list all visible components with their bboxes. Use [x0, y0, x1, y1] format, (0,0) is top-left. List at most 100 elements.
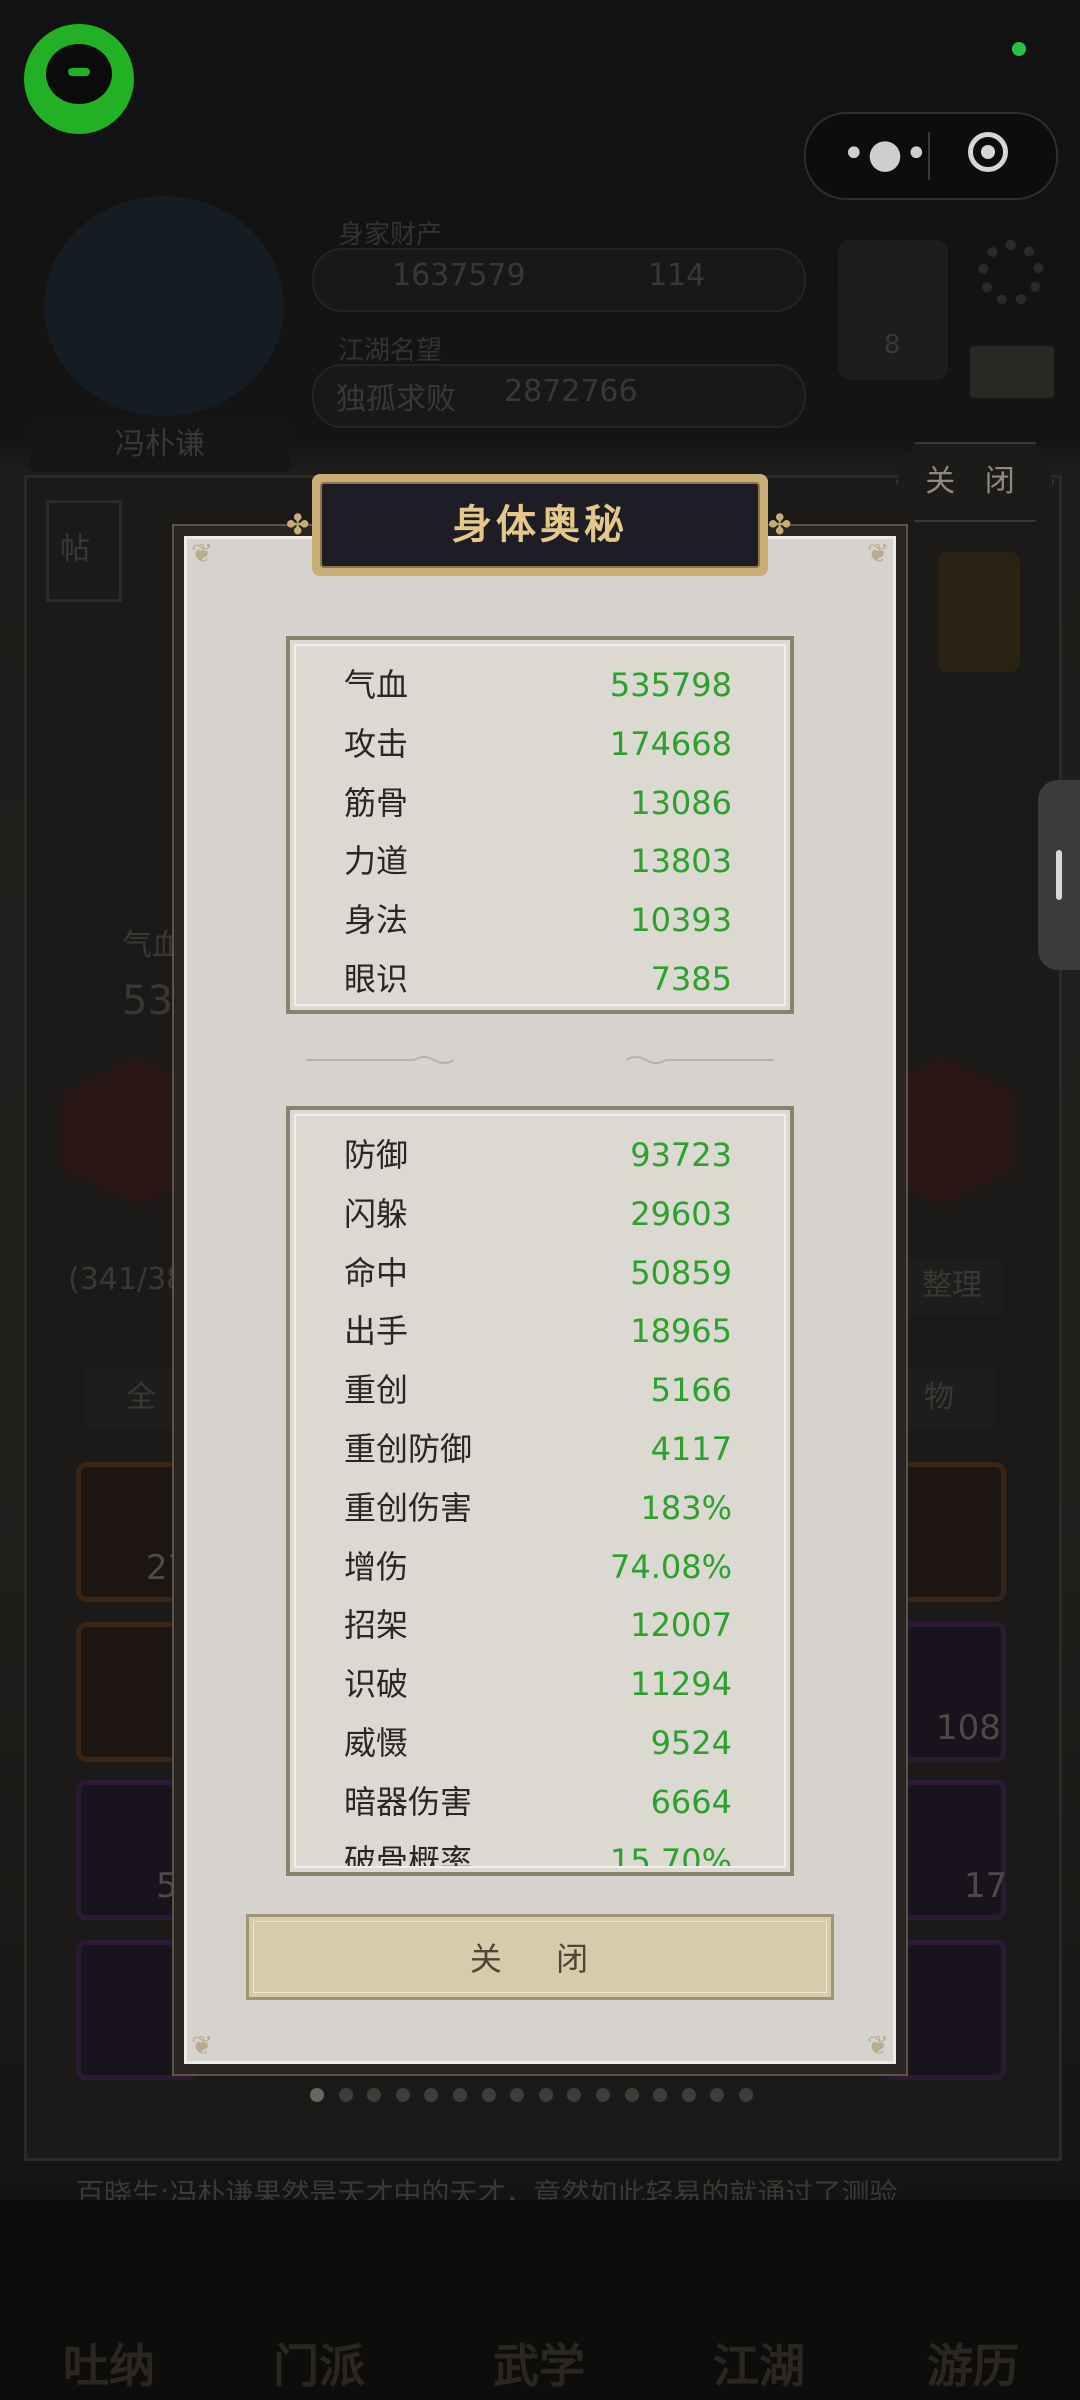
- stat-name: 力道: [344, 842, 409, 881]
- page-dot[interactable]: [453, 2088, 467, 2102]
- player-name: 冯朴谦: [30, 418, 290, 472]
- more-dots-icon[interactable]: •●•: [842, 134, 928, 174]
- stat-name: 命中: [344, 1253, 409, 1292]
- stat-row: 命中 50859: [344, 1244, 732, 1302]
- background-close-button[interactable]: 关 闭: [896, 442, 1054, 522]
- gear-icon[interactable]: [978, 240, 1044, 306]
- stat-row: 威慑 9524: [344, 1714, 732, 1772]
- page-dot[interactable]: [510, 2088, 525, 2102]
- target-icon[interactable]: [968, 132, 1008, 172]
- page-dot[interactable]: [481, 2088, 496, 2102]
- close-button[interactable]: 关 闭: [246, 1914, 834, 2000]
- stat-value: 13803: [630, 842, 732, 881]
- side-drawer-handle[interactable]: [1038, 780, 1080, 970]
- dialog-title: 身体奥秘: [452, 502, 628, 548]
- gold-amount: 1637579: [392, 258, 526, 293]
- tab-tuna[interactable]: 吐纳: [34, 2330, 184, 2396]
- page-dot[interactable]: [395, 2088, 410, 2102]
- page-dot[interactable]: [338, 2088, 353, 2102]
- stat-value: 12007: [630, 1606, 732, 1645]
- post-label: 帖: [60, 532, 90, 567]
- item-count: 108: [936, 1708, 1001, 1748]
- stat-row: 招架 12007: [344, 1596, 732, 1654]
- section-divider: [306, 1056, 774, 1064]
- corner-ornament-icon: ❦: [867, 2031, 889, 2061]
- stat-value: 74.08%: [609, 1547, 732, 1586]
- item-count: 17: [964, 1866, 1008, 1906]
- stat-name: 气血: [344, 666, 409, 704]
- tab-jianghu[interactable]: 江湖: [684, 2330, 834, 2396]
- stat-row: 重创防御 4117: [344, 1420, 732, 1478]
- stat-name: 威慑: [344, 1724, 409, 1762]
- mail-icon[interactable]: [970, 346, 1054, 398]
- stat-row: 增伤 74.08%: [344, 1538, 732, 1596]
- stat-value: 13086: [630, 783, 732, 822]
- fame-value: 2872766: [504, 374, 638, 409]
- stat-name: 闪躲: [344, 1194, 409, 1233]
- capsule-divider: [928, 132, 930, 180]
- stat-name: 重创防御: [344, 1430, 473, 1468]
- forbidden-emblem[interactable]: [938, 552, 1020, 672]
- stat-name: 招架: [344, 1606, 409, 1645]
- page-dot[interactable]: [624, 2088, 639, 2102]
- stat-snippet-value: 53: [122, 978, 173, 1024]
- stat-value: 11294: [630, 1665, 732, 1704]
- stat-row: 出手 18965: [344, 1302, 732, 1360]
- corner-ornament-icon: ❦: [191, 539, 213, 569]
- page-dot[interactable]: [653, 2088, 668, 2102]
- corner-ornament-icon: ❦: [867, 539, 889, 569]
- stat-row: 识破 11294: [344, 1655, 732, 1713]
- stat-value: 4117: [650, 1430, 732, 1468]
- tab-sect[interactable]: 门派: [244, 2330, 394, 2396]
- stat-row: 筋骨 13086: [344, 774, 732, 832]
- stat-name: 筋骨: [344, 783, 409, 822]
- title-ornament-icon: ✤: [286, 508, 310, 541]
- title-ornament-icon: ✤: [768, 508, 792, 541]
- avatar: [44, 196, 284, 416]
- page-dot[interactable]: [567, 2088, 582, 2102]
- tidy-button[interactable]: 整理: [902, 1258, 1002, 1314]
- capacity-text: (341/38: [68, 1262, 186, 1297]
- page-dot[interactable]: [739, 2088, 753, 2102]
- stat-value: 50859: [630, 1253, 732, 1292]
- page-dot[interactable]: [367, 2088, 382, 2102]
- stat-value: 535798: [609, 666, 732, 704]
- tab-martial[interactable]: 武学: [464, 2330, 614, 2396]
- fame-title: 独孤求败: [336, 382, 456, 417]
- stat-name: 攻击: [344, 724, 409, 763]
- secondary-stats-box: 防御 93723 闪躲 29603 命中 50859 出手 18965 重创 5166 重创防御 41…: [286, 1106, 794, 1876]
- stat-row: 防御 93723: [344, 1126, 732, 1184]
- page-indicator: [310, 2088, 770, 2104]
- tab-travel[interactable]: 游历: [898, 2330, 1048, 2396]
- page-dot[interactable]: [710, 2088, 725, 2102]
- stat-row: 眼识 7385: [344, 950, 732, 1004]
- stat-name: 重创伤害: [344, 1488, 473, 1527]
- stat-row: 力道 13803: [344, 832, 732, 890]
- stat-name: 出手: [344, 1312, 409, 1351]
- stat-value: 5166: [650, 1371, 732, 1410]
- stat-row: 闪躲 29603: [344, 1185, 732, 1243]
- stat-name: 增伤: [344, 1547, 409, 1586]
- stat-value: 15.70%: [609, 1841, 732, 1868]
- primary-stats-box: 气血 535798 攻击 174668 筋骨 13086 力道 13803 身法 10393 眼识 7…: [286, 636, 794, 1014]
- stat-row: 破骨概率 15.70%: [344, 1832, 732, 1868]
- stat-row: 气血 535798: [344, 656, 732, 714]
- stat-value: 18965: [630, 1312, 732, 1351]
- page-dot[interactable]: [538, 2088, 553, 2102]
- stat-value: 29603: [630, 1194, 732, 1233]
- status-dot: [1012, 42, 1026, 56]
- mini-program-capsule: •●•: [804, 112, 1058, 200]
- page-dot[interactable]: [681, 2088, 696, 2102]
- page-dot[interactable]: [596, 2088, 610, 2102]
- stat-row: 攻击 174668: [344, 715, 732, 773]
- stat-name: 暗器伤害: [344, 1782, 473, 1821]
- stat-row: 重创 5166: [344, 1361, 732, 1419]
- stat-row: 身法 10393: [344, 891, 732, 949]
- stat-name: 重创: [344, 1371, 409, 1410]
- fame-label: 江湖名望: [338, 336, 443, 366]
- page-dot[interactable]: [424, 2088, 439, 2102]
- dialog-title-plate: 身体奥秘: [312, 474, 768, 576]
- page-dot[interactable]: [310, 2088, 324, 2102]
- stat-name: 破骨概率: [344, 1841, 473, 1868]
- stat-value: 183%: [640, 1488, 732, 1527]
